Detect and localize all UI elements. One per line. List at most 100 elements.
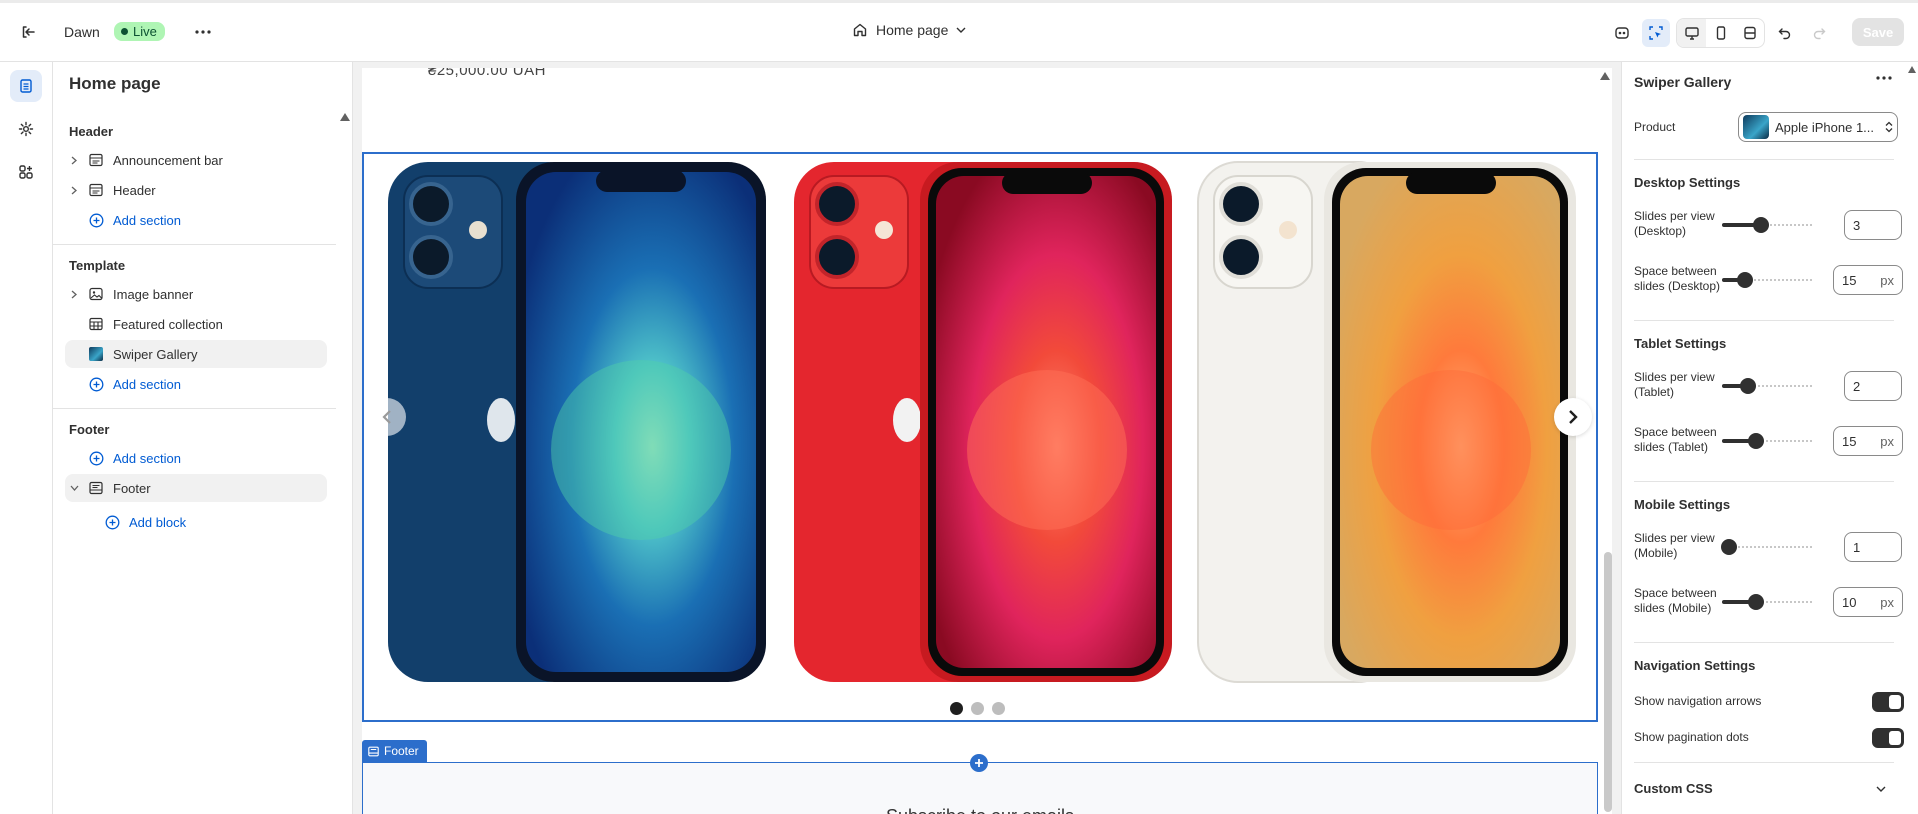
desktop-view-icon[interactable] (1677, 19, 1706, 47)
mobile-space-input[interactable]: 10 px (1833, 587, 1903, 617)
fullscreen-view-icon[interactable] (1735, 19, 1764, 47)
subscribe-heading: Subscribe to our emails (362, 806, 1598, 814)
tablet-settings-heading: Tablet Settings (1634, 336, 1727, 351)
custom-css-heading[interactable]: Custom CSS (1634, 781, 1713, 796)
desktop-space-input[interactable]: 15 px (1833, 265, 1903, 295)
mobile-slides-slider[interactable] (1721, 539, 1814, 555)
desktop-settings-heading: Desktop Settings (1634, 175, 1741, 190)
sections-icon[interactable] (10, 70, 42, 102)
divider (1634, 320, 1894, 321)
app-embeds-icon[interactable] (1608, 19, 1636, 47)
group-footer-label: Footer (69, 422, 110, 437)
section-image-banner[interactable]: Image banner (65, 280, 327, 308)
desktop-slides-input[interactable]: 3 (1844, 210, 1902, 240)
live-label: Live (133, 24, 157, 39)
input-value: 3 (1853, 217, 1861, 233)
device-switcher (1676, 18, 1765, 48)
section-footer[interactable]: Footer (65, 474, 327, 502)
section-label: Announcement bar (113, 152, 223, 168)
section-featured-collection[interactable]: Featured collection (65, 310, 327, 338)
insert-section-button[interactable] (970, 754, 988, 772)
input-value: 15 (1842, 272, 1857, 288)
apps-icon[interactable] (10, 156, 42, 188)
redo-icon[interactable] (1805, 19, 1833, 47)
divider (1634, 762, 1894, 763)
pagination-dot[interactable] (992, 702, 1005, 715)
divider (1634, 159, 1894, 160)
undo-icon[interactable] (1771, 19, 1799, 47)
tablet-space-input[interactable]: 15 px (1833, 426, 1903, 456)
add-section-label: Add section (113, 212, 181, 228)
tablet-slides-label: Slides per view (Tablet) (1634, 370, 1715, 399)
store-preview: ₴25,000.00 UAH Footer (362, 68, 1612, 814)
section-label: Header (113, 182, 156, 198)
save-button[interactable]: Save (1852, 18, 1904, 46)
preview-scrollbar[interactable] (1604, 552, 1612, 812)
mobile-view-icon[interactable] (1706, 19, 1735, 47)
more-actions-icon[interactable] (189, 18, 217, 46)
scroll-up-icon[interactable] (1600, 72, 1610, 80)
section-swiper-gallery[interactable]: Swiper Gallery (65, 340, 327, 368)
add-section-footer[interactable]: Add section (65, 444, 327, 472)
theme-settings-icon[interactable] (10, 113, 42, 145)
home-icon (853, 23, 867, 37)
section-announcement-bar[interactable]: Announcement bar (65, 146, 327, 174)
footer-tag-label: Footer (384, 744, 419, 758)
chevron-right-icon[interactable] (65, 156, 83, 165)
gallery-prev-button[interactable] (368, 398, 406, 436)
select-arrows-icon (1885, 121, 1893, 133)
chevron-down-icon[interactable] (1876, 786, 1886, 792)
show-arrows-label: Show navigation arrows (1634, 694, 1762, 708)
show-dots-label: Show pagination dots (1634, 730, 1749, 744)
add-section-header[interactable]: Add section (65, 206, 327, 234)
chevron-down-icon (956, 27, 966, 33)
add-circle-icon (85, 213, 107, 228)
product-picker[interactable]: Apple iPhone 1... (1738, 112, 1898, 142)
tablet-slides-input[interactable]: 2 (1844, 371, 1902, 401)
desktop-space-label: Space between slides (Desktop) (1634, 264, 1721, 293)
page-selector[interactable]: Home page (852, 22, 966, 38)
gallery-next-button[interactable] (1554, 398, 1592, 436)
scroll-up-icon[interactable] (340, 113, 350, 121)
mobile-slides-input[interactable]: 1 (1844, 532, 1902, 562)
tablet-slides-slider[interactable] (1722, 378, 1814, 394)
pagination-dot[interactable] (950, 702, 963, 715)
show-dots-toggle[interactable] (1872, 728, 1904, 748)
chevron-right-icon[interactable] (65, 290, 83, 299)
chevron-right-icon[interactable] (65, 186, 83, 195)
add-section-template[interactable]: Add section (65, 370, 327, 398)
scroll-up-icon[interactable] (1908, 66, 1916, 73)
pagination-dot[interactable] (971, 702, 984, 715)
divider (1634, 642, 1894, 643)
collection-icon (85, 317, 107, 331)
image-icon (85, 287, 107, 301)
swiper-gallery[interactable] (362, 152, 1598, 722)
unit-label: px (1880, 594, 1894, 610)
exit-icon[interactable] (14, 18, 42, 46)
footer-icon (368, 746, 379, 756)
show-arrows-toggle[interactable] (1872, 692, 1904, 712)
add-block-footer[interactable]: Add block (81, 508, 343, 536)
footer-section-tag[interactable]: Footer (362, 740, 427, 762)
plus-icon (975, 759, 983, 767)
chevron-down-icon[interactable] (65, 485, 83, 491)
mobile-space-slider[interactable] (1722, 594, 1814, 610)
tablet-space-slider[interactable] (1722, 433, 1814, 449)
preview-area: ₴25,000.00 UAH Footer (354, 62, 1620, 814)
input-value: 15 (1842, 433, 1857, 449)
divider (53, 408, 336, 409)
more-options-icon[interactable] (1876, 76, 1892, 80)
mobile-slides-label: Slides per view (Mobile) (1634, 531, 1715, 560)
tablet-space-label: Space between slides (Tablet) (1634, 425, 1717, 454)
product-thumbnail (1743, 115, 1769, 139)
desktop-space-slider[interactable] (1722, 272, 1814, 288)
input-value: 2 (1853, 378, 1861, 394)
section-label: Featured collection (113, 316, 223, 332)
chevron-left-icon (382, 410, 391, 424)
desktop-slides-slider[interactable] (1722, 217, 1814, 233)
editor-topbar: Dawn Live Home page Save (0, 0, 1918, 62)
inspector-icon[interactable] (1642, 19, 1670, 47)
sections-sidebar: Home page Header Announcement bar Header… (53, 62, 353, 814)
mobile-space-label: Space between slides (Mobile) (1634, 586, 1717, 615)
section-header[interactable]: Header (65, 176, 327, 204)
